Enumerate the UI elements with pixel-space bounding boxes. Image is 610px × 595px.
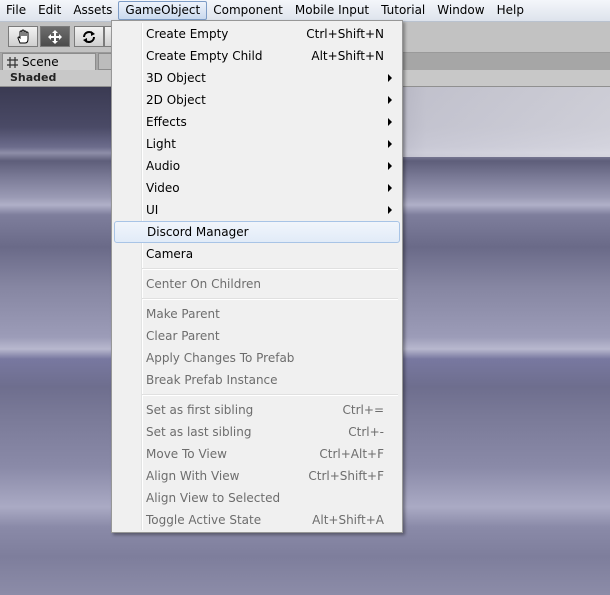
menu-item-label: Clear Parent [146,329,220,343]
rotate-icon [83,30,95,43]
menu-item-label: Discord Manager [147,225,249,239]
shading-mode-dropdown[interactable]: Shaded [10,71,56,84]
menu-item-clear-parent[interactable]: Clear Parent [114,325,400,347]
submenu-arrow-icon [388,162,392,170]
menu-component[interactable]: Component [207,1,289,20]
menu-separator [142,394,398,396]
menu-item-label: Align View to Selected [146,491,281,505]
menu-item-label: Break Prefab Instance [146,373,278,387]
submenu-arrow-icon [388,118,392,126]
menu-item-label: Make Parent [146,307,220,321]
move-icon [48,29,62,44]
menu-file[interactable]: File [0,1,32,20]
menu-gameobject[interactable]: GameObject [118,1,208,20]
menu-mobile-input[interactable]: Mobile Input [289,1,375,20]
menu-item-label: UI [146,203,159,217]
menu-item-shortcut: Ctrl+- [348,425,384,439]
menu-item-shortcut: Alt+Shift+A [312,513,384,527]
gameobject-dropdown-menu: Create Empty Ctrl+Shift+N Create Empty Chi… [111,20,403,533]
menu-item-shortcut: Ctrl+Shift+N [306,27,384,41]
grid-icon [7,56,18,68]
menu-edit[interactable]: Edit [32,1,67,20]
menu-item-discord-manager[interactable]: Discord Manager [114,221,400,243]
menu-separator [142,298,398,300]
menu-item-set-as-last-sibling[interactable]: Set as last sibling Ctrl+- [114,421,400,443]
menu-item-video[interactable]: Video [114,177,400,199]
menu-item-label: Light [146,137,176,151]
menu-item-label: Effects [146,115,187,129]
tab-scene-label: Scene [22,55,59,69]
hand-tool-button[interactable] [8,26,38,47]
menu-assets[interactable]: Assets [67,1,118,20]
menu-bar: File Edit Assets GameObject Component Mo… [0,0,610,22]
menu-item-apply-changes-to-prefab[interactable]: Apply Changes To Prefab [114,347,400,369]
menu-item-label: Apply Changes To Prefab [146,351,295,365]
menu-item-label: Align With View [146,469,240,483]
move-tool-button[interactable] [40,26,70,47]
menu-item-audio[interactable]: Audio [114,155,400,177]
rotate-tool-button[interactable] [74,26,104,47]
menu-item-label: Audio [146,159,181,173]
submenu-arrow-icon [388,140,392,148]
menu-item-shortcut: Ctrl+Shift+F [308,469,384,483]
menu-item-label: Toggle Active State [146,513,262,527]
menu-item-3d-object[interactable]: 3D Object [114,67,400,89]
menu-item-shortcut: Alt+Shift+N [311,49,384,63]
menu-item-break-prefab-instance[interactable]: Break Prefab Instance [114,369,400,391]
menu-item-create-empty[interactable]: Create Empty Ctrl+Shift+N [114,23,400,45]
menu-item-label: Set as first sibling [146,403,254,417]
submenu-arrow-icon [388,206,392,214]
menu-item-shortcut: Ctrl+Alt+F [319,447,384,461]
menu-item-camera[interactable]: Camera [114,243,400,265]
menu-item-center-on-children[interactable]: Center On Children [114,273,400,295]
menu-item-label: Set as last sibling [146,425,252,439]
submenu-arrow-icon [388,74,392,82]
menu-item-label: Create Empty [146,27,229,41]
menu-item-set-as-first-sibling[interactable]: Set as first sibling Ctrl+= [114,399,400,421]
submenu-arrow-icon [388,96,392,104]
menu-item-label: Move To View [146,447,227,461]
menu-item-label: Center On Children [146,277,261,291]
menu-item-align-with-view[interactable]: Align With View Ctrl+Shift+F [114,465,400,487]
menu-item-move-to-view[interactable]: Move To View Ctrl+Alt+F [114,443,400,465]
menu-item-label: Create Empty Child [146,49,263,63]
menu-item-label: 3D Object [146,71,206,85]
menu-item-ui[interactable]: UI [114,199,400,221]
menu-separator [142,268,398,270]
menu-help[interactable]: Help [491,1,530,20]
menu-item-make-parent[interactable]: Make Parent [114,303,400,325]
menu-item-label: 2D Object [146,93,206,107]
menu-item-align-view-to-selected[interactable]: Align View to Selected [114,487,400,509]
menu-item-create-empty-child[interactable]: Create Empty Child Alt+Shift+N [114,45,400,67]
menu-item-shortcut: Ctrl+= [342,403,384,417]
menu-item-label: Camera [146,247,194,261]
menu-tutorial[interactable]: Tutorial [375,1,431,20]
menu-item-2d-object[interactable]: 2D Object [114,89,400,111]
tab-scene[interactable]: Scene [2,53,96,70]
menu-item-light[interactable]: Light [114,133,400,155]
menu-item-label: Video [146,181,180,195]
menu-item-effects[interactable]: Effects [114,111,400,133]
hand-icon [17,28,29,43]
submenu-arrow-icon [388,184,392,192]
menu-item-toggle-active-state[interactable]: Toggle Active State Alt+Shift+A [114,509,400,531]
menu-window[interactable]: Window [431,1,490,20]
